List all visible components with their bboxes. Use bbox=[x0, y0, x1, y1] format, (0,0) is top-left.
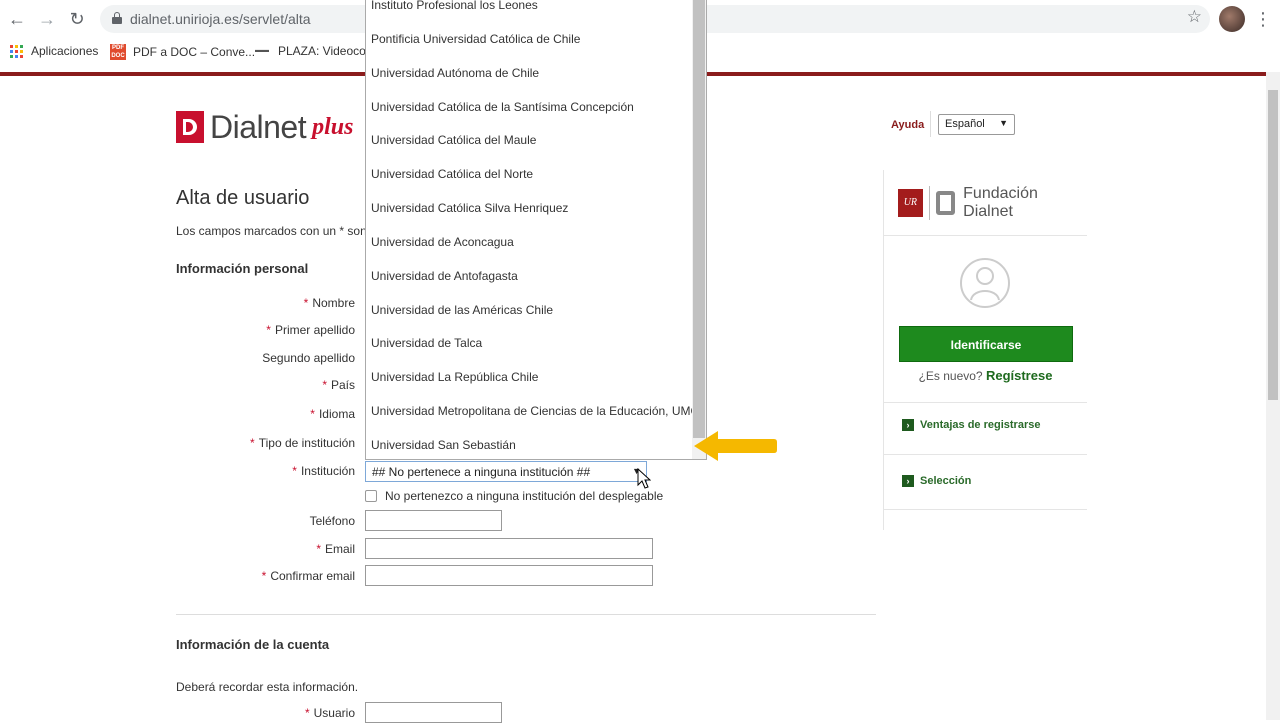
bookmark-pdf[interactable]: PDF DOC PDF a DOC – Conve... bbox=[110, 44, 255, 60]
dropdown-option[interactable]: Universidad Católica de la Santísima Con… bbox=[366, 91, 692, 125]
bookmark-plaza[interactable]: ▬▬ PLAZA: Videocon bbox=[255, 44, 373, 58]
no-institution-checkbox[interactable] bbox=[365, 490, 377, 502]
forward-icon[interactable]: → bbox=[36, 8, 58, 30]
chevron-right-icon: › bbox=[902, 419, 914, 431]
label-institucion: * Institución bbox=[292, 464, 355, 478]
dropdown-option[interactable]: Universidad Católica del Norte bbox=[366, 158, 692, 192]
new-user-text: ¿Es nuevo? Regístrese bbox=[918, 368, 1053, 383]
reload-icon[interactable]: ↻ bbox=[66, 8, 88, 30]
ur-logo-icon: UR bbox=[898, 189, 923, 217]
dropdown-option[interactable]: Pontificia Universidad Católica de Chile bbox=[366, 23, 692, 57]
logo-text: Dialnet bbox=[210, 108, 307, 145]
menu-icon[interactable]: ⋮ bbox=[1254, 8, 1272, 30]
label-confirmar-email: * Confirmar email bbox=[261, 569, 355, 583]
sidebar: UR Fundación Dialnet Identificarse ¿Es n… bbox=[883, 170, 1087, 530]
user-avatar-icon bbox=[960, 258, 1010, 308]
logo-plus: plus bbox=[312, 113, 354, 140]
label-pais: * País bbox=[322, 378, 355, 392]
language-value: Español bbox=[945, 118, 985, 130]
account-section-title: Información de la cuenta bbox=[176, 637, 330, 652]
scrollbar-thumb[interactable] bbox=[1268, 90, 1278, 400]
label-email: * Email bbox=[316, 542, 355, 556]
dropdown-option[interactable]: Universidad Autónoma de Chile bbox=[366, 57, 692, 91]
highlight-arrow-icon bbox=[694, 431, 777, 461]
dropdown-option[interactable]: Instituto Profesional los Leones bbox=[366, 0, 692, 23]
dropdown-option[interactable]: Universidad Católica Silva Henriquez bbox=[366, 192, 692, 226]
back-icon[interactable]: ← bbox=[6, 8, 28, 30]
institution-dropdown-list[interactable]: Instituto Profesional los Leones Pontifi… bbox=[365, 0, 707, 460]
confirm-email-input[interactable] bbox=[365, 565, 653, 586]
no-institution-checkbox-label[interactable]: No pertenezco a ninguna institución del … bbox=[385, 489, 663, 503]
chevron-down-icon: ▼ bbox=[999, 118, 1008, 128]
url-text[interactable]: dialnet.unirioja.es/servlet/alta bbox=[130, 11, 311, 27]
bookmark-label: Aplicaciones bbox=[31, 44, 99, 58]
sidebar-link-seleccion[interactable]: › Selección bbox=[902, 475, 971, 487]
bookmark-label: PDF a DOC – Conve... bbox=[133, 45, 256, 59]
profile-avatar[interactable] bbox=[1219, 6, 1245, 32]
fundacion-dialnet-logo[interactable]: UR Fundación Dialnet bbox=[898, 185, 1086, 221]
label-tipo-institucion: * Tipo de institución bbox=[250, 436, 355, 450]
apps-grid-icon bbox=[10, 44, 23, 58]
dropdown-option[interactable]: Universidad de Talca bbox=[366, 327, 692, 361]
bookmark-label: PLAZA: Videocon bbox=[278, 44, 373, 58]
language-separator bbox=[930, 111, 931, 137]
label-segundo-apellido: Segundo apellido bbox=[262, 351, 355, 365]
dialnet-logo-icon bbox=[176, 111, 204, 143]
dropdown-scrollbar[interactable] bbox=[692, 0, 706, 459]
section-divider bbox=[176, 614, 876, 615]
language-select[interactable]: Español ▼ bbox=[938, 114, 1015, 135]
plaza-icon: ▬▬ bbox=[255, 47, 269, 54]
dropdown-option[interactable]: Universidad Metropolitana de Ciencias de… bbox=[366, 395, 692, 429]
personal-section-title: Información personal bbox=[176, 261, 309, 276]
help-link[interactable]: Ayuda bbox=[891, 119, 924, 131]
dialnet-mark-icon bbox=[935, 191, 956, 215]
dropdown-option[interactable]: Universidad de Aconcagua bbox=[366, 226, 692, 260]
dropdown-options: Instituto Profesional los Leones Pontifi… bbox=[366, 0, 692, 459]
register-link[interactable]: Regístrese bbox=[986, 368, 1052, 383]
label-telefono: Teléfono bbox=[309, 514, 355, 528]
bookmark-apps[interactable]: Aplicaciones bbox=[10, 44, 98, 58]
dialnet-logo[interactable]: Dialnet plus bbox=[176, 108, 353, 146]
pdf-icon: PDF DOC bbox=[110, 44, 126, 60]
mouse-cursor-icon bbox=[637, 468, 651, 489]
page-title: Alta de usuario bbox=[176, 187, 310, 209]
institution-value: ## No pertenece a ninguna institución ## bbox=[372, 465, 591, 479]
dropdown-option[interactable]: Universidad San Sebastián bbox=[366, 429, 692, 459]
required-note: Los campos marcados con un * son d bbox=[176, 224, 366, 238]
account-note: Deberá recordar esta información. bbox=[176, 680, 359, 694]
page-scrollbar[interactable] bbox=[1266, 72, 1280, 720]
label-nombre: * Nombre bbox=[303, 296, 355, 310]
dropdown-scrollbar-thumb[interactable] bbox=[693, 0, 705, 438]
institution-select[interactable]: ## No pertenece a ninguna institución ##… bbox=[365, 461, 647, 482]
telefono-input[interactable] bbox=[365, 510, 502, 531]
dropdown-option[interactable]: Universidad La República Chile bbox=[366, 361, 692, 395]
dropdown-option[interactable]: Universidad de las Américas Chile bbox=[366, 294, 692, 328]
label-primer-apellido: * Primer apellido bbox=[266, 323, 355, 337]
foundation-text: Fundación Dialnet bbox=[963, 185, 1038, 220]
email-input[interactable] bbox=[365, 538, 653, 559]
chevron-right-icon: › bbox=[902, 475, 914, 487]
login-button[interactable]: Identificarse bbox=[899, 326, 1073, 362]
sidebar-link-ventajas[interactable]: › Ventajas de registrarse bbox=[902, 419, 1040, 431]
dropdown-option[interactable]: Universidad de Antofagasta bbox=[366, 260, 692, 294]
label-usuario: * Usuario bbox=[304, 706, 355, 720]
lock-icon bbox=[112, 12, 122, 24]
star-icon[interactable]: ☆ bbox=[1187, 7, 1202, 27]
dropdown-option[interactable]: Universidad Católica del Maule bbox=[366, 124, 692, 158]
label-idioma: * Idioma bbox=[310, 407, 355, 421]
